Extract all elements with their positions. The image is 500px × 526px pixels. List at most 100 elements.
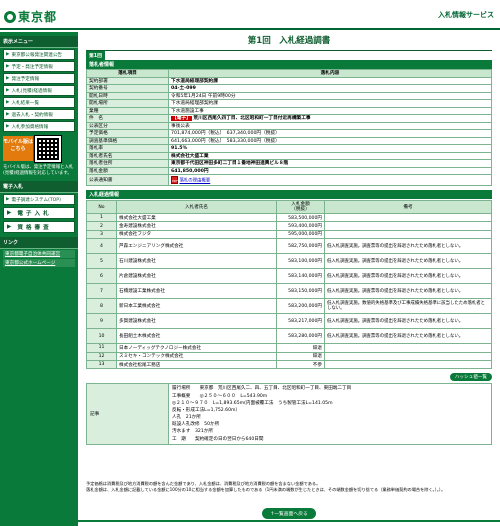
sidebar-item-order-plan[interactable]: ▶ 発注予定情報 xyxy=(3,73,75,84)
bid-amount: 593,400,000円 xyxy=(276,221,325,231)
qualification-review-button[interactable]: ▶ 資格審査 xyxy=(3,221,75,233)
bid-amount: 辞退 xyxy=(276,351,325,361)
sidebar-section-links: リンク xyxy=(0,237,78,249)
remark-line: 既設人孔改修 50か所 xyxy=(172,422,220,428)
remark-line: 反転・形成工法L=1,752.60m） xyxy=(172,407,241,413)
e-bidding-button[interactable]: ▶ 電子入札 xyxy=(3,207,75,219)
bidder-name: 日本ノーディッグテクノロジー株式会社 xyxy=(116,343,277,353)
bid-no: 4 xyxy=(86,238,117,255)
remarks-content: 履行場所 東京都 荒川区西尾久二、四、五丁目、北区昭和町一丁目、東田端二丁目 工… xyxy=(168,383,492,445)
link-tokyo-official[interactable]: 東京都公式ホームページ xyxy=(3,259,75,267)
bid-no: 3 xyxy=(86,229,117,240)
electronic-tag: 【電子】 xyxy=(171,116,192,122)
back-to-list-button[interactable]: ↑一覧画面へ戻る xyxy=(262,508,316,519)
bid-amount: 583,200,000円 xyxy=(276,298,325,315)
bid-row: 8 新日本工業株式会社 583,200,000円 低入札調査実施。数値的失格基準及び工… xyxy=(86,298,492,315)
arrow-icon: ▶ xyxy=(6,197,10,202)
info-row-project-name: 件 名 【電子】 荒川区西尾久四丁目、北区昭和町一丁目付近再構築工事 xyxy=(86,114,492,123)
bid-row: 13 株式会社松尾工務店 不参 xyxy=(86,359,492,370)
bid-note: 低入札調査実施。調査票等の提出を辞退されたため落札者としない。 xyxy=(324,313,492,330)
bid-note: 低入札調査実施。調査票等の提出を辞退されたため落札者としない。 xyxy=(324,268,492,285)
bid-amount: 583,500,000円 xyxy=(276,212,325,223)
info-row: 落札率 91.5% xyxy=(86,144,492,153)
bid-section-title: 入札経過情報 xyxy=(86,190,492,199)
bid-note xyxy=(324,351,492,361)
bid-amount: 583,140,000円 xyxy=(276,268,325,285)
sidebar-item-past-contracts[interactable]: ▶ 過去入札・契約情報 xyxy=(3,109,75,120)
bid-amount: 583,217,000円 xyxy=(276,313,325,330)
bid-amount: 辞退 xyxy=(276,343,325,353)
info-row: 予定価格 701,874,000円（税込） 637,340,000円（税抜） xyxy=(86,129,492,138)
notice-pdf-link[interactable]: 落札の理由概要 xyxy=(180,179,211,184)
arrow-icon: ▶ xyxy=(6,112,10,117)
info-row: 業種 下水道施設工事 xyxy=(86,106,492,115)
bid-note xyxy=(324,212,492,223)
tab-round-1[interactable]: 第1回 xyxy=(86,51,105,60)
bidder-name: 株式会社大盛工業 xyxy=(116,212,277,223)
bid-no: 12 xyxy=(86,351,117,361)
qr-code-icon xyxy=(34,135,62,163)
info-row: 契約番号 04-土-099 xyxy=(86,84,492,93)
bid-no: 11 xyxy=(86,343,117,353)
tokyo-emblem-icon xyxy=(4,10,16,23)
bid-no: 13 xyxy=(86,359,117,370)
arrow-icon: ▶ xyxy=(6,100,10,105)
remark-line: 工事概要 ◎２５０～６００ L=543.90m xyxy=(172,393,268,399)
sidebar-item-qualification[interactable]: ▶ 入札参加資格情報 xyxy=(3,121,75,132)
project-name: 荒川区西尾久四丁目、北区昭和町一丁目付近再構築工事 xyxy=(193,116,311,122)
bid-table: No 入札者氏名 入札金額 （税抜） 備考 1 株式会社大盛工業 583,500,00… xyxy=(86,200,492,370)
sidebar-item-public-notice[interactable]: ▶ 東京都公報発注関連公告 xyxy=(3,49,75,60)
bidder-name: 株式会社フジタ xyxy=(116,229,277,240)
info-row: 落札者氏名 株式会社大盛工業 xyxy=(86,151,492,160)
bid-row: 5 石川建設株式会社 583,100,000円 低入札調査実施。調査票等の提出を辞退さ… xyxy=(86,253,492,270)
bidder-name: 新日本工業株式会社 xyxy=(116,298,277,315)
info-row: 公表区分 事後公表 xyxy=(86,121,492,130)
bidder-name: 片倉建設株式会社 xyxy=(116,268,277,285)
mobile-box: モバイル版はこちら xyxy=(3,135,75,163)
info-row: 契約部署 下水道局経理部契約課 xyxy=(86,76,492,85)
bid-no: 5 xyxy=(86,253,117,270)
bidder-name: 多賀建設株式会社 xyxy=(116,313,277,330)
sidebar: 表示メニュー ▶ 東京都公報発注関連公告 ▶ 予定・発注予定情報 ▶ 発注予定情報 ▶… xyxy=(0,32,78,526)
sidebar-item-bid-progress[interactable]: ▶ 入札(見積)経過情報 xyxy=(3,85,75,96)
bid-row: 2 金寿建設株式会社 593,400,000円 xyxy=(86,221,492,231)
tokyo-logo[interactable]: 東京都 xyxy=(4,8,57,25)
info-row-notice: 公表通知書 PDF 落札の理由概要 xyxy=(86,174,492,186)
bid-row: 10 長田組土木株式会社 583,280,000円 低入札調査実施。調査票等の提出を辞… xyxy=(86,328,492,345)
arrow-icon: ▶ xyxy=(7,210,15,216)
bid-no: 1 xyxy=(86,212,117,223)
bid-note: 低入札調査実施。調査票等の提出を辞退されたため落札者としない。 xyxy=(324,253,492,270)
hash-list-button[interactable]: ハッシュ値一覧 xyxy=(449,373,492,382)
sidebar-section-e-bidding: 電子入札 xyxy=(0,181,78,193)
mobile-version-button[interactable]: モバイル版はこちら xyxy=(3,136,33,161)
remark-line: 履行場所 東京都 荒川区西尾久二、四、五丁目、北区昭和町一丁目、東田端二丁目 xyxy=(172,386,352,392)
arrow-icon: ▶ xyxy=(6,124,10,129)
bid-no: 6 xyxy=(86,268,117,285)
sidebar-item-bid-results[interactable]: ▶ 入札結果一覧 xyxy=(3,97,75,108)
bid-no: 8 xyxy=(86,298,117,315)
arrow-icon: ▶ xyxy=(7,224,15,230)
winner-info-table: 落札項目 落札内容 契約部署 下水道局経理部契約課 契約番号 04-土-099 開札… xyxy=(86,69,492,186)
col-no-header: No xyxy=(86,200,117,214)
bidder-name: 石橋建設工業株式会社 xyxy=(116,283,277,300)
bid-row: 4 芦森エンジニアリング株式会社 582,750,000円 低入札調査実施。調査票等の… xyxy=(86,238,492,255)
remarks-table: 記事 履行場所 東京都 荒川区西尾久二、四、五丁目、北区昭和町一丁目、東田端二丁… xyxy=(86,383,492,445)
footer-rule xyxy=(78,520,500,522)
link-e-government[interactable]: 東京都電子自治体共同運営 xyxy=(3,250,75,258)
bid-note xyxy=(324,229,492,240)
bidder-name: 株式会社松尾工務店 xyxy=(116,359,277,370)
bid-no: 7 xyxy=(86,283,117,300)
sidebar-item-schedule[interactable]: ▶ 予定・発注予定情報 xyxy=(3,61,75,72)
bidder-name: 芦森エンジニアリング株式会社 xyxy=(116,238,277,255)
bid-amount: 不参 xyxy=(276,359,325,370)
bid-note xyxy=(324,343,492,353)
bid-amount: 595,000,000円 xyxy=(276,229,325,240)
bid-note: 低入札調査実施。調査票等の提出を辞退されたため落札者としない。 xyxy=(324,238,492,255)
sidebar-item-e-procurement[interactable]: ▶ 電子調達システム(TOP) xyxy=(3,194,75,205)
bid-note: 低入札調査実施。調査票等の提出を辞退されたため落札者としない。 xyxy=(324,328,492,345)
mobile-note: モバイル版は、発注予定情報と入札(見積)経過情報を対応しています。 xyxy=(3,165,74,176)
bid-note: 低入札調査実施。数値的失格基準及び工事成績失格基準に該当したため落札者としない。 xyxy=(324,298,492,315)
col-bidder-header: 入札者氏名 xyxy=(116,200,277,214)
footnote-line: 落札金額は、入札金額に記載している金額に100分の10に相当する金額を加算したも… xyxy=(86,487,446,492)
arrow-icon: ▶ xyxy=(6,88,10,93)
